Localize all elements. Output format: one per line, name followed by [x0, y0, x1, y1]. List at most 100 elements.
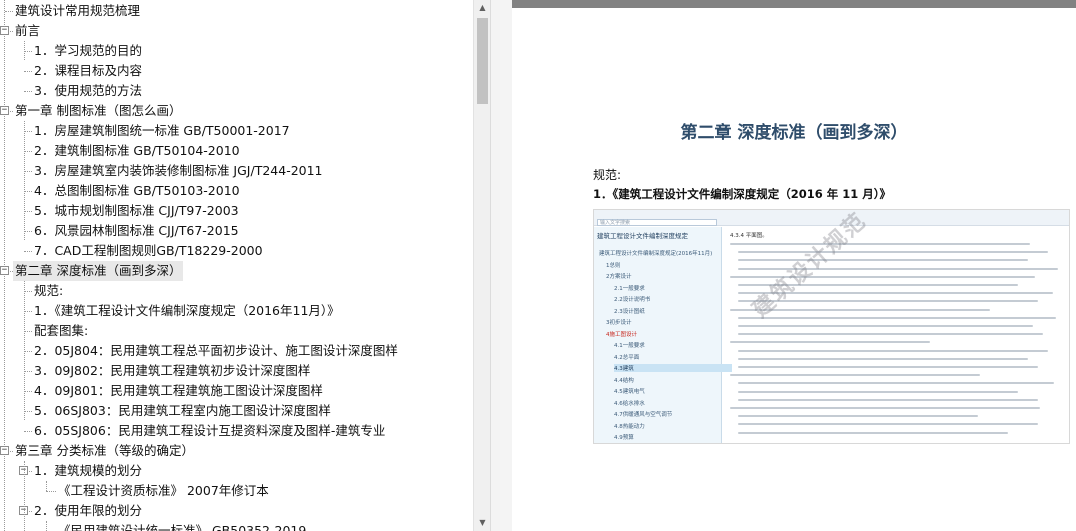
embedded-nav-item: 4.6给水排水 — [614, 400, 645, 407]
outline-item-label: 1．建筑规模的划分 — [34, 463, 142, 478]
spec-label: 规范: — [593, 168, 622, 182]
outline-item[interactable]: 《工程设计资质标准》 2007年修订本 — [0, 481, 473, 501]
outline-item-label: 2．建筑制图标准 GB/T50104-2010 — [34, 143, 240, 158]
outline-item-label: 配套图集: — [34, 323, 89, 338]
tree-connector — [24, 291, 32, 292]
embedded-text-line — [730, 243, 1030, 245]
tree-connector — [24, 371, 32, 372]
outline-item[interactable]: 5．城市规划制图标准 CJJ/T97-2003 — [0, 201, 473, 221]
embedded-text-line — [738, 349, 1048, 352]
collapse-toggle-icon[interactable]: − — [0, 266, 9, 275]
outline-item-label: 2．课程目标及内容 — [34, 63, 142, 78]
embedded-text-line — [738, 357, 1028, 360]
outline-item[interactable]: 《民用建筑设计统一标准》 GB50352-2019 — [0, 521, 473, 531]
collapse-toggle-icon[interactable]: − — [0, 106, 9, 115]
embedded-screenshot: 输入文字搜索 建筑工程设计文件编制深度规定 建筑工程设计文件编制深度规定(201… — [593, 209, 1070, 444]
tree-connector — [24, 71, 32, 72]
embedded-nav-heading: 建筑工程设计文件编制深度规定 — [597, 232, 688, 240]
document-page: 第二章 深度标准（画到多深） 规范: 1．《建筑工程设计文件编制深度规定（201… — [512, 8, 1076, 531]
outline-chapter-item[interactable]: 建筑设计常用规范梳理 — [0, 1, 473, 21]
outline-item-label: 前言 — [15, 23, 41, 38]
embedded-text-line — [738, 333, 1043, 336]
outline-chapter-item[interactable]: − 前言 — [0, 21, 473, 41]
scroll-down-icon[interactable]: ▼ — [474, 515, 491, 531]
embedded-text-line — [738, 325, 1033, 327]
outline-chapter-item[interactable]: − 第一章 制图标准（图怎么画） — [0, 101, 473, 121]
scroll-up-icon[interactable]: ▲ — [474, 0, 491, 16]
tree-connector — [24, 411, 32, 412]
outline-item-label: 3．房屋建筑室内装饰装修制图标准 JGJ/T244-2011 — [34, 163, 323, 178]
pane-splitter[interactable] — [490, 0, 512, 531]
outline-item[interactable]: 2．建筑制图标准 GB/T50104-2010 — [0, 141, 473, 161]
embedded-text-line — [738, 390, 1018, 393]
outline-item[interactable]: 4．09J801：民用建筑工程建筑施工图设计深度图样 — [0, 381, 473, 401]
embedded-nav-item: 4.2总平面 — [614, 354, 640, 361]
embedded-nav-item: 4.4结构 — [614, 377, 634, 384]
outline-item[interactable]: −1．建筑规模的划分 — [0, 461, 473, 481]
outline-chapter-item[interactable]: − 第二章 深度标准（画到多深） — [0, 261, 473, 281]
outline-item[interactable]: 1．《建筑工程设计文件编制深度规定（2016年11月）》 — [0, 301, 473, 321]
outline-item-label: 第二章 深度标准（画到多深） — [13, 261, 184, 281]
embedded-search-input: 输入文字搜索 — [597, 219, 717, 226]
outline-item-label: 2．使用年限的划分 — [34, 503, 142, 518]
tree-connector — [24, 351, 32, 352]
outline-item-label: 1．房屋建筑制图统一标准 GB/T50001-2017 — [34, 123, 290, 138]
tree-connector — [5, 11, 13, 12]
scrollbar-thumb[interactable] — [477, 18, 488, 104]
embedded-nav-item: 4.3建筑 — [614, 364, 732, 372]
outline-scrollbar[interactable]: ▲ ▼ — [473, 0, 490, 531]
outline-item-label: 3．使用规范的方法 — [34, 83, 142, 98]
tree-connector — [24, 131, 32, 132]
tree-connector — [24, 431, 32, 432]
app-window: 建筑设计常用规范梳理 − 前言 1．学习规范的目的 2．课程目标及内容 3．使用规范的方法… — [0, 0, 1076, 531]
embedded-nav-item: 2方案设计 — [606, 274, 632, 280]
embedded-nav-item: 4.5建筑电气 — [614, 389, 645, 395]
outline-item[interactable]: 1．房屋建筑制图统一标准 GB/T50001-2017 — [0, 121, 473, 141]
outline-item[interactable]: 5．06SJ803：民用建筑工程室内施工图设计深度图样 — [0, 401, 473, 421]
tree-guide-line — [24, 41, 25, 60]
tree-connector — [24, 151, 32, 152]
outline-item-label: 3．09J802：民用建筑工程建筑初步设计深度图样 — [34, 363, 311, 378]
tree-connector — [24, 211, 32, 212]
outline-item[interactable]: 7．CAD工程制图规则GB/T18229-2000 — [0, 241, 473, 261]
tree-connector — [24, 171, 32, 172]
embedded-nav-item: 1总则 — [606, 262, 621, 269]
outline-item[interactable]: 2．课程目标及内容 — [0, 61, 473, 81]
collapse-toggle-icon[interactable]: − — [0, 26, 9, 35]
embedded-text-line — [730, 374, 980, 377]
outline-item[interactable]: 3．房屋建筑室内装饰装修制图标准 JGJ/T244-2011 — [0, 161, 473, 181]
spec-item-title: 1．《建筑工程设计文件编制深度规定（2016 年 11 月）》 — [593, 187, 892, 201]
outline-item-label: 规范: — [34, 283, 64, 298]
outline-item-label: 7．CAD工程制图规则GB/T18229-2000 — [34, 243, 263, 258]
collapse-toggle-icon[interactable]: − — [0, 446, 9, 455]
embedded-nav-item: 4.8热能动力 — [614, 423, 645, 430]
outline-item[interactable]: 规范: — [0, 281, 473, 301]
outline-item-label: 4．总图制图标准 GB/T50103-2010 — [34, 183, 240, 198]
tree-connector — [24, 51, 32, 52]
outline-item[interactable]: −2．使用年限的划分 — [0, 501, 473, 521]
embedded-nav-item: 4.7供暖通风与空气调节 — [614, 412, 673, 418]
tree-guide-line — [46, 521, 47, 531]
embedded-nav-item: 4施工图设计 — [606, 331, 637, 338]
outline-item-label: 1．学习规范的目的 — [34, 43, 142, 58]
outline-item[interactable]: 1．学习规范的目的 — [0, 41, 473, 61]
outline-item[interactable]: 6．05SJ806：民用建筑工程设计互提资料深度及图样-建筑专业 — [0, 421, 473, 441]
tree-connector — [24, 191, 32, 192]
outline-item[interactable]: 4．总图制图标准 GB/T50103-2010 — [0, 181, 473, 201]
outline-item[interactable]: 配套图集: — [0, 321, 473, 341]
outline-tree[interactable]: 建筑设计常用规范梳理 − 前言 1．学习规范的目的 2．课程目标及内容 3．使用规范的方法… — [0, 0, 473, 531]
tree-connector — [24, 311, 32, 312]
embedded-text-line — [738, 431, 1008, 434]
outline-item[interactable]: 2．05J804：民用建筑工程总平面初步设计、施工图设计深度图样 — [0, 341, 473, 361]
embedded-nav-item: 2.2设计说明书 — [614, 297, 651, 303]
outline-item[interactable]: 6．风景园林制图标准 CJJ/T67-2015 — [0, 221, 473, 241]
outline-chapter-item[interactable]: − 第三章 分类标准（等级的确定） — [0, 441, 473, 461]
document-view[interactable]: 第二章 深度标准（画到多深） 规范: 1．《建筑工程设计文件编制深度规定（201… — [512, 0, 1076, 531]
outline-item-label: 6．风景园林制图标准 CJJ/T67-2015 — [34, 223, 239, 238]
outline-item-label: 第一章 制图标准（图怎么画） — [15, 103, 182, 118]
embedded-nav-item: 2.3设计图纸 — [614, 308, 645, 315]
outline-item[interactable]: 3．使用规范的方法 — [0, 81, 473, 101]
outline-item[interactable]: 3．09J802：民用建筑工程建筑初步设计深度图样 — [0, 361, 473, 381]
embedded-nav-item: 4.1一般要求 — [614, 343, 645, 349]
chapter-title: 第二章 深度标准（画到多深） — [680, 123, 908, 143]
